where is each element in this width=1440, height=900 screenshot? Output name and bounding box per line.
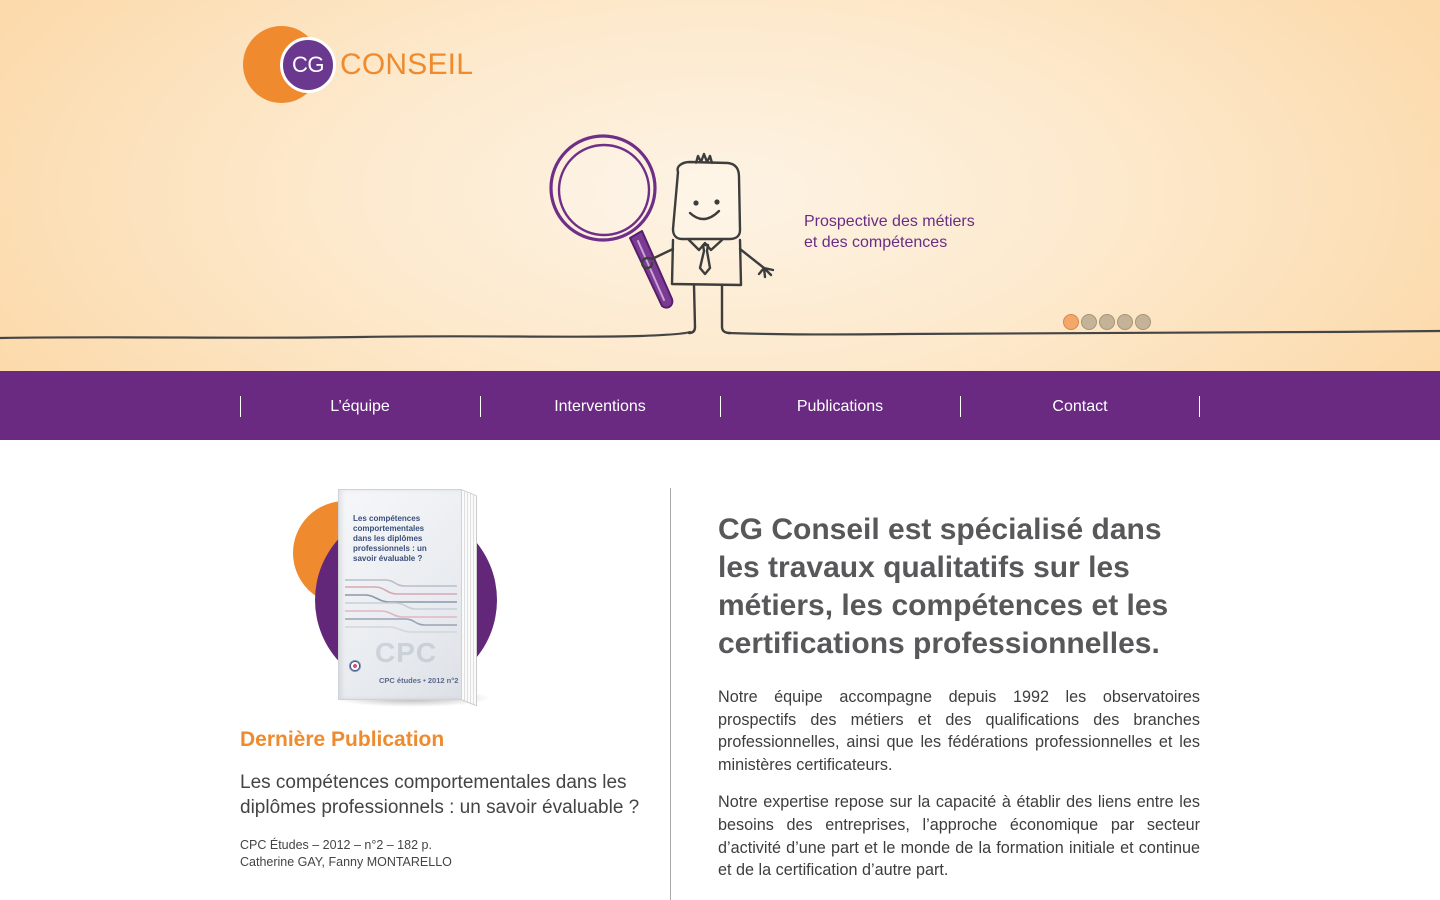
publication-authors: Catherine GAY, Fanny MONTARELLO	[240, 855, 452, 869]
cover-line	[345, 610, 457, 618]
nav-item-label: Publications	[796, 398, 884, 415]
nav-item-interventions[interactable]: Interventions	[480, 371, 720, 440]
intro-heading: CG Conseil est spécialisé dans les trava…	[718, 513, 1169, 660]
slider-dot-3[interactable]	[1099, 314, 1115, 330]
cover-emblem-icon	[349, 660, 361, 672]
nav-item-label: Contact	[1052, 398, 1108, 415]
main-navigation: L’équipe Interventions Publications Cont…	[0, 371, 1440, 440]
publication-meta: CPC Études – 2012 – n°2 – 182 p. Catheri…	[240, 837, 650, 871]
publication-reference: CPC Études – 2012 – n°2 – 182 p.	[240, 838, 432, 852]
logo-purple-circle: CG	[280, 37, 336, 93]
cover-line	[345, 594, 457, 603]
character-arm-right	[738, 247, 766, 270]
book-pages	[461, 489, 477, 707]
cover-line	[345, 586, 457, 595]
nav-separator	[1199, 396, 1200, 417]
logo-mark: CG	[292, 52, 325, 77]
intro-section: CG Conseil est spécialisé dans les trava…	[718, 511, 1200, 882]
ground-line	[0, 329, 1440, 340]
hero-illustration	[0, 134, 1440, 340]
cover-line	[345, 579, 457, 587]
ground-line-left	[0, 330, 692, 340]
nav-item-label: L’équipe	[330, 398, 390, 415]
nav-item-equipe[interactable]: L’équipe	[240, 371, 480, 440]
cover-series: CPC études • 2012 n°2	[379, 676, 459, 685]
slider-pagination	[1063, 314, 1155, 330]
hero-tagline-line-2: et des compétences	[804, 234, 948, 251]
publication-book-cover[interactable]: Les compétences comportementales dans le…	[332, 489, 492, 709]
book-front-cover: Les compétences comportementales dans le…	[338, 489, 462, 700]
main-navigation-items: L’équipe Interventions Publications Cont…	[240, 371, 1200, 440]
cover-title: Les compétences comportementales dans le…	[353, 514, 427, 563]
magnifying-glass-lens	[557, 143, 651, 237]
logo-wordmark: CONSEIL	[340, 48, 474, 81]
nav-separator	[480, 396, 481, 417]
slider-dot-4[interactable]	[1117, 314, 1133, 330]
publication-title-link[interactable]: Les compétences comportementales dans le…	[240, 770, 650, 820]
nav-item-contact[interactable]: Contact	[960, 371, 1200, 440]
intro-paragraph-1: Notre équipe accompagne depuis 1992 les …	[718, 688, 1200, 774]
hero-tagline: Prospective des métiers et des compétenc…	[804, 211, 975, 253]
magnifying-glass-icon	[549, 134, 674, 309]
slider-dot-5[interactable]	[1135, 314, 1151, 330]
character-arm-left	[650, 247, 675, 261]
character-leg-left	[687, 283, 697, 335]
slider-dot-1[interactable]	[1063, 314, 1079, 330]
latest-publication-heading: Dernière Publication	[240, 728, 445, 751]
cg-conseil-logo[interactable]: CG CONSEIL	[243, 25, 475, 105]
character-eye-right	[714, 199, 720, 205]
nav-separator	[960, 396, 961, 417]
cover-line	[345, 602, 457, 610]
nav-item-label: Interventions	[554, 398, 646, 415]
character-hand-right	[757, 266, 775, 279]
slider-dot-2[interactable]	[1081, 314, 1097, 330]
cover-line	[345, 618, 457, 626]
nav-separator	[240, 396, 241, 417]
publication-visual: Les compétences comportementales dans le…	[290, 483, 550, 718]
cover-lines-graphic	[345, 579, 457, 633]
character-leg-right	[720, 283, 732, 335]
hero-banner: CG CONSEIL Prospective des métiers et de…	[0, 0, 1440, 371]
character-head	[671, 160, 742, 241]
nav-separator	[720, 396, 721, 417]
nav-item-publications[interactable]: Publications	[720, 371, 960, 440]
intro-paragraph-2: Notre expertise repose sur la capacité à…	[718, 793, 1200, 880]
cover-line	[345, 626, 457, 633]
cover-logo: CPC	[375, 637, 438, 668]
character-eye-left	[693, 200, 699, 206]
column-divider	[670, 488, 671, 900]
ground-line-right	[726, 329, 1440, 336]
character-tie	[698, 243, 712, 276]
hero-tagline-line-1: Prospective des métiers	[804, 213, 975, 230]
